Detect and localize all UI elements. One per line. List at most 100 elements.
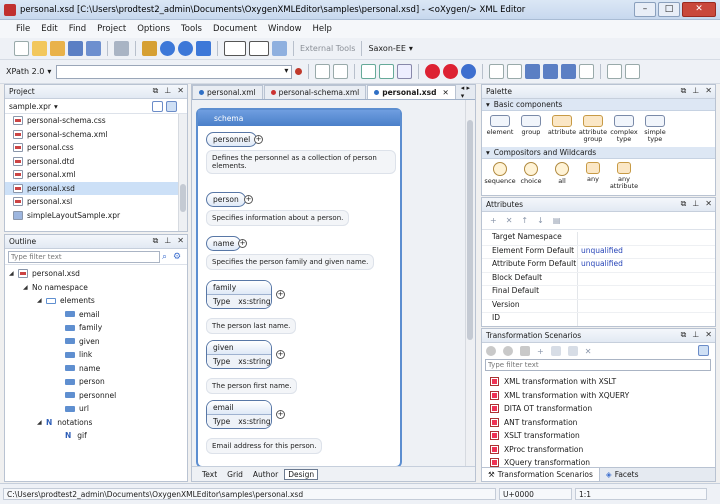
preferences-icon[interactable]	[625, 64, 641, 79]
expand-icon[interactable]: +	[244, 195, 253, 204]
find-icon[interactable]	[142, 41, 157, 56]
settings-icon[interactable]	[698, 345, 709, 356]
check-wellformed-icon[interactable]	[379, 64, 395, 79]
palette-sequence[interactable]: sequence	[484, 162, 516, 185]
forward-icon[interactable]	[178, 41, 193, 56]
remove-icon[interactable]: ✕	[506, 216, 513, 225]
tree-element[interactable]: email	[5, 308, 187, 322]
palette-complex-type[interactable]: complex type	[608, 115, 640, 143]
tree-root[interactable]: ◢ personal.xsd	[5, 267, 187, 281]
pin-icon[interactable]: ⊥	[164, 236, 171, 246]
close-icon[interactable]: ✕	[177, 86, 184, 96]
tree-element[interactable]: name	[5, 362, 187, 376]
list-item[interactable]: XSLT transformation	[482, 429, 715, 443]
tree-icon[interactable]	[525, 64, 541, 79]
project-scrollbar[interactable]	[178, 114, 187, 231]
menu-options[interactable]: Options	[137, 24, 170, 34]
restore-icon[interactable]: ⧉	[153, 236, 159, 246]
close-icon[interactable]: ✕	[705, 199, 712, 209]
expand-icon[interactable]: +	[276, 290, 285, 299]
restore-icon[interactable]: ⧉	[681, 330, 687, 340]
tab-facets[interactable]: ◈ Facets	[600, 468, 645, 481]
gear-icon[interactable]: ⚙	[173, 252, 181, 262]
node-given[interactable]: given Type xs:string	[206, 340, 272, 369]
save-all-icon[interactable]	[86, 41, 101, 56]
tree-elements[interactable]: ◢ elements	[5, 294, 187, 308]
duplicate-icon[interactable]	[550, 346, 561, 356]
list-item-selected[interactable]: personal.xsd	[5, 181, 187, 195]
expand-icon[interactable]: +	[276, 410, 285, 419]
table-row[interactable]: Element Form Default unqualified	[482, 245, 715, 259]
configure-icon[interactable]	[520, 346, 530, 356]
chevron-down-icon[interactable]: ▾	[409, 44, 413, 53]
apply-scenario-icon[interactable]	[425, 64, 441, 79]
xpath-history-icon[interactable]	[333, 64, 349, 79]
list-item[interactable]: personal.dtd	[5, 155, 187, 169]
palette-attribute[interactable]: attribute	[546, 115, 578, 136]
palette-attribute-group[interactable]: attribute group	[577, 115, 609, 143]
project-selector[interactable]: sample.xpr	[9, 102, 51, 111]
restore-icon[interactable]: ⧉	[153, 86, 159, 96]
tab-personal-xsd[interactable]: personal.xsd ✕	[367, 85, 456, 99]
node-name[interactable]: name	[206, 236, 242, 251]
mode-design[interactable]: Design	[284, 468, 319, 480]
up-icon[interactable]	[196, 41, 211, 56]
back-icon[interactable]	[160, 41, 175, 56]
table-row[interactable]: Block Default	[482, 272, 715, 286]
pin-icon[interactable]: ⊥	[692, 330, 699, 340]
pin-icon[interactable]: ⊥	[692, 199, 699, 209]
list-item[interactable]: personal.xsl	[5, 195, 187, 209]
list-item[interactable]: DITA OT transformation	[482, 402, 715, 416]
open-url-icon[interactable]	[50, 41, 65, 56]
mode-grid[interactable]: Grid	[223, 469, 247, 480]
table-row[interactable]: ID	[482, 313, 715, 326]
palette-choice[interactable]: choice	[515, 162, 547, 185]
list-item[interactable]: simpleLayoutSample.xpr	[5, 209, 187, 223]
menu-window[interactable]: Window	[268, 24, 302, 34]
close-icon[interactable]: ✕	[177, 236, 184, 246]
list-item[interactable]: personal.xml	[5, 168, 187, 182]
tab-personal-xml[interactable]: personal.xml	[192, 85, 263, 99]
xquery-debugger-icon[interactable]	[249, 41, 269, 56]
diagram-icon[interactable]	[543, 64, 559, 79]
palette-element[interactable]: element	[484, 115, 516, 136]
move-up-icon[interactable]: ↑	[521, 216, 528, 225]
tree-notations[interactable]: ◢ Nnotations	[5, 416, 187, 430]
configure-scenario-icon[interactable]	[443, 64, 459, 79]
minimize-button[interactable]: –	[634, 2, 656, 17]
menu-find[interactable]: Find	[69, 24, 86, 34]
node-email[interactable]: email Type xs:string	[206, 400, 272, 429]
move-down-icon[interactable]: ↓	[537, 216, 544, 225]
transformer-label[interactable]: Saxon-EE	[368, 44, 405, 53]
table-row[interactable]: Attribute Form Default unqualified	[482, 259, 715, 273]
pin-icon[interactable]: ⊥	[164, 86, 171, 96]
table-row[interactable]: Version	[482, 299, 715, 313]
menu-edit[interactable]: Edit	[41, 24, 57, 34]
menu-document[interactable]: Document	[213, 24, 257, 34]
table-row[interactable]: Final Default	[482, 286, 715, 300]
xslt-debugger-icon[interactable]	[224, 41, 246, 56]
tree-notation[interactable]: Ngif	[5, 429, 187, 443]
edit-scenario-icon[interactable]	[567, 346, 578, 356]
xpath-input[interactable]	[56, 64, 293, 79]
palette-any-attribute[interactable]: any attribute	[608, 162, 640, 190]
node-personnel[interactable]: personnel	[206, 132, 258, 147]
expand-icon[interactable]: +	[238, 239, 247, 248]
list-item[interactable]: personal-schema.css	[5, 114, 187, 128]
link-editor-icon[interactable]	[152, 101, 163, 112]
outline-icon[interactable]	[507, 64, 523, 79]
close-tab-icon[interactable]: ✕	[442, 88, 448, 97]
document-icon[interactable]	[579, 64, 595, 79]
xpath-version[interactable]: XPath 2.0	[6, 67, 44, 76]
restore-icon[interactable]: ⧉	[681, 199, 687, 209]
tree-editor-icon[interactable]	[272, 41, 287, 56]
close-button[interactable]: ✕	[682, 2, 716, 17]
editor-scrollbar[interactable]	[465, 100, 475, 466]
expand-icon[interactable]: +	[276, 350, 285, 359]
xpath-settings-icon[interactable]	[315, 64, 331, 79]
list-item[interactable]: XQuery transformation	[482, 456, 715, 467]
add-icon[interactable]: +	[490, 216, 497, 225]
validate-icon[interactable]	[361, 64, 377, 79]
expand-icon[interactable]: +	[254, 135, 263, 144]
outline-filter-input[interactable]	[8, 250, 160, 263]
